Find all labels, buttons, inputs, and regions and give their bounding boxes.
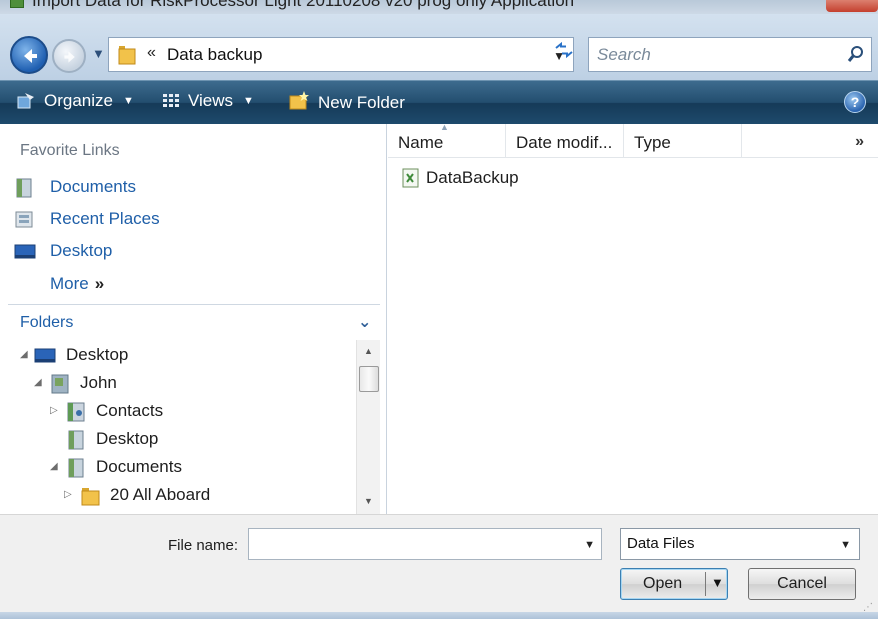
collapsed-triangle-icon[interactable]: ▷ [64, 489, 72, 500]
favorite-links-heading: Favorite Links [20, 142, 120, 159]
application-icon [10, 0, 24, 8]
breadcrumb-chevron[interactable]: « [147, 44, 156, 62]
expanded-triangle-icon[interactable]: ◢ [50, 461, 58, 472]
views-menu-button[interactable]: Views ▼ [162, 91, 254, 111]
folders-heading[interactable]: Folders [20, 314, 73, 332]
column-header-label[interactable]: Date modif... [516, 133, 612, 153]
collapsed-triangle-icon[interactable]: ▷ [50, 405, 58, 416]
folder-icon [118, 46, 136, 65]
tree-item-label[interactable]: Desktop [96, 429, 158, 449]
desktop-icon [34, 348, 56, 363]
tree-item-label[interactable]: Desktop [66, 345, 128, 365]
new-folder-label: New Folder [318, 93, 405, 112]
back-button[interactable] [10, 36, 48, 74]
chevron-down-icon[interactable]: ⌄ [358, 312, 371, 332]
more-links-button[interactable]: More » [50, 274, 104, 294]
sort-ascending-icon: ▲ [440, 122, 449, 132]
column-header-name[interactable]: ▲ Name [388, 122, 506, 158]
double-chevron-icon: » [94, 274, 105, 293]
open-options-dropdown-icon[interactable]: ▼ [711, 575, 724, 590]
favorite-link-label[interactable]: Desktop [50, 241, 112, 261]
current-path[interactable]: Data backup [167, 45, 262, 65]
documents-icon [68, 458, 84, 478]
navigation-pane: Favorite Links Documents Recent Places D… [0, 124, 387, 514]
tree-item-label[interactable]: John [80, 373, 117, 393]
desktop-folder-icon [68, 430, 84, 450]
dialog-footer: File name: ▼ Data Files ▼ Open ▼ Cancel … [0, 514, 878, 619]
favorite-link-label[interactable]: Recent Places [50, 209, 160, 229]
column-header-type[interactable]: Type [624, 124, 742, 158]
folder-icon [81, 488, 100, 506]
chevron-down-icon[interactable]: ▼ [584, 539, 595, 551]
views-label: Views [188, 91, 234, 110]
spreadsheet-file-icon [402, 168, 419, 188]
search-icon[interactable] [847, 45, 865, 65]
forward-arrow-icon [64, 51, 75, 63]
expanded-triangle-icon[interactable]: ◢ [20, 349, 28, 360]
favorite-link-label[interactable]: Documents [50, 177, 136, 197]
command-bar: Organize ▼ Views ▼ New Folder ? [0, 80, 878, 124]
tree-item-label[interactable]: Contacts [96, 401, 163, 421]
tree-item-label[interactable]: Documents [96, 457, 182, 477]
recent-places-icon [15, 211, 33, 228]
scrollbar-thumb[interactable] [359, 366, 379, 392]
organize-menu-button[interactable]: Organize ▼ [16, 91, 134, 111]
scroll-up-arrow-icon[interactable]: ▲ [364, 346, 373, 356]
file-name-input[interactable]: ▼ [248, 528, 602, 560]
cancel-label[interactable]: Cancel [749, 575, 855, 593]
folder-tree-scrollbar[interactable]: ▲ ▼ [356, 340, 380, 514]
user-folder-icon [51, 374, 69, 394]
file-list: ▲ Name Date modif... Type » DataBackup [388, 122, 878, 514]
forward-button[interactable] [52, 39, 86, 73]
new-folder-button[interactable]: New Folder [288, 91, 405, 113]
views-icon [163, 94, 179, 107]
file-name[interactable]: DataBackup [426, 168, 519, 188]
address-field[interactable]: « Data backup ▼ [108, 37, 574, 72]
documents-icon [16, 178, 32, 198]
column-header-label[interactable]: Type [634, 133, 671, 153]
organize-label: Organize [44, 91, 113, 110]
search-input[interactable]: Search [588, 37, 872, 72]
refresh-icon [555, 41, 573, 59]
more-columns-button[interactable]: » [855, 133, 864, 151]
chevron-down-icon: ▼ [122, 95, 134, 107]
chevron-down-icon: ▼ [243, 95, 254, 107]
help-button[interactable]: ? [844, 91, 866, 113]
column-header-label[interactable]: Name [398, 133, 443, 153]
open-button[interactable]: Open ▼ [620, 568, 728, 600]
recent-pages-dropdown[interactable]: ▼ [92, 46, 105, 61]
window-title-bar: Import Data for RiskProcessor Light 2011… [0, 0, 878, 14]
cancel-button[interactable]: Cancel [748, 568, 856, 600]
desktop-icon [14, 244, 36, 259]
split-divider [705, 572, 706, 596]
folder-tree: ◢ Desktop ◢ John ▷ Contacts Desktop ◢ Do… [0, 340, 352, 514]
expanded-triangle-icon[interactable]: ◢ [34, 377, 42, 388]
contacts-icon [67, 402, 85, 422]
column-header-date-modified[interactable]: Date modif... [506, 124, 624, 158]
window-title: Import Data for RiskProcessor Light 2011… [32, 0, 575, 10]
window-bottom-edge [0, 612, 878, 619]
file-name-label: File name: [168, 537, 239, 554]
back-arrow-icon [24, 49, 37, 63]
tree-item-label[interactable]: 20 All Aboard [110, 485, 210, 505]
new-folder-icon [289, 91, 309, 110]
organize-icon [17, 93, 34, 109]
chevron-down-icon[interactable]: ▼ [840, 539, 851, 551]
close-window-button[interactable] [826, 0, 878, 12]
column-headers: ▲ Name Date modif... Type » [388, 122, 878, 158]
more-label[interactable]: More [50, 274, 89, 293]
open-label[interactable]: Open [643, 575, 682, 593]
search-placeholder: Search [597, 45, 651, 64]
file-type-select[interactable]: Data Files ▼ [620, 528, 860, 560]
scroll-down-arrow-icon[interactable]: ▼ [364, 496, 373, 506]
refresh-button[interactable] [548, 37, 580, 72]
pane-divider [8, 304, 380, 305]
file-type-selected[interactable]: Data Files [627, 535, 695, 552]
address-toolbar: ▼ « Data backup ▼ Search [0, 14, 878, 80]
